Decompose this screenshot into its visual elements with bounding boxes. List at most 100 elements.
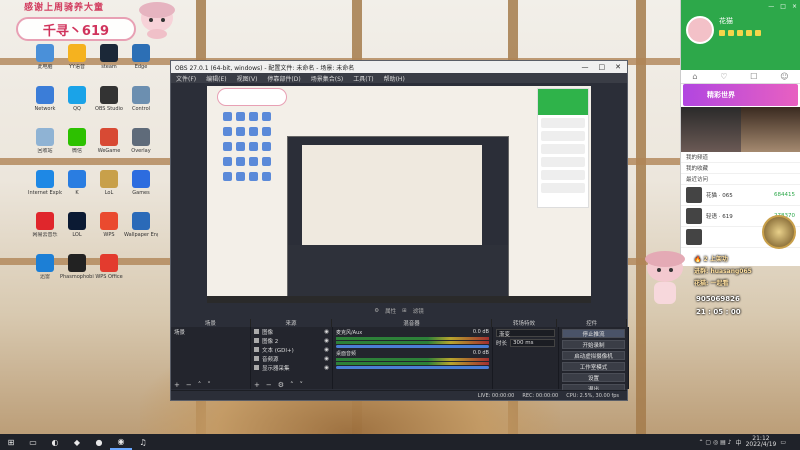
photo-carousel[interactable] bbox=[681, 107, 800, 152]
desktop-icon[interactable]: Internet Explorer bbox=[28, 170, 62, 210]
add-icon[interactable]: + bbox=[174, 381, 180, 389]
eye-icon[interactable]: ◉ bbox=[324, 338, 329, 344]
source-item[interactable]: 图像 ◉ bbox=[251, 327, 332, 336]
properties-button[interactable]: 属性 bbox=[385, 307, 396, 315]
filters-button[interactable]: 滤镜 bbox=[413, 307, 424, 315]
edge-icon[interactable]: ◐ bbox=[44, 434, 66, 450]
obs-titlebar[interactable]: OBS 27.0.1 (64-bit, windows) - 配置文件: 未命名… bbox=[171, 61, 627, 73]
tray-icons[interactable]: ⌃ ▢ ◎ ▤ ♪ bbox=[698, 439, 731, 446]
maximize-icon[interactable]: □ bbox=[780, 3, 786, 10]
menu-item[interactable]: 视图(V) bbox=[237, 74, 258, 83]
app-icon bbox=[132, 170, 150, 188]
desktop-icon[interactable]: 网易云音乐 bbox=[28, 212, 62, 252]
taskbar-clock[interactable]: 21:12 2022/4/19 bbox=[746, 436, 777, 448]
menu-item[interactable]: 文件(F) bbox=[176, 74, 196, 83]
desktop-icon[interactable]: YY语音 bbox=[60, 44, 94, 84]
control-button[interactable]: 工作室模式 bbox=[562, 362, 625, 371]
filter-icon[interactable]: ⊞ bbox=[402, 308, 407, 314]
list-item[interactable]: 我的频道 bbox=[681, 152, 800, 163]
file-explorer-icon[interactable]: ▭ bbox=[22, 434, 44, 450]
remove-icon[interactable]: − bbox=[186, 381, 192, 389]
move-down-icon[interactable]: ˅ bbox=[207, 381, 211, 389]
minimize-icon[interactable]: — bbox=[582, 63, 589, 71]
source-item[interactable]: 显示器采集 ◉ bbox=[251, 363, 332, 372]
desktop-icon[interactable]: 微信 bbox=[60, 128, 94, 168]
steam-icon[interactable]: ● bbox=[88, 434, 110, 450]
add-icon[interactable]: + bbox=[254, 381, 260, 389]
maximize-icon[interactable]: □ bbox=[599, 63, 606, 71]
move-up-icon[interactable]: ˄ bbox=[198, 381, 202, 389]
volume-slider[interactable] bbox=[336, 366, 489, 369]
desktop-icon[interactable]: K bbox=[60, 170, 94, 210]
chat-icon[interactable]: ☐ bbox=[750, 72, 757, 81]
desktop-icon-label: 此电脑 bbox=[37, 64, 53, 70]
eye-icon[interactable]: ◉ bbox=[324, 365, 329, 371]
desktop-icon[interactable]: OBS Studio bbox=[92, 86, 126, 126]
friend-item[interactable]: 花猫 · 065 684415 bbox=[681, 185, 800, 206]
source-item[interactable]: 音频源 ◉ bbox=[251, 354, 332, 363]
menu-item[interactable]: 帮助(H) bbox=[384, 74, 405, 83]
gear-icon[interactable]: ⚙ bbox=[278, 381, 284, 389]
promo-banner[interactable]: 精彩世界 bbox=[683, 84, 798, 106]
move-up-icon[interactable]: ˄ bbox=[290, 381, 294, 389]
app-icon bbox=[36, 254, 54, 272]
gear-icon[interactable]: ⚙ bbox=[374, 308, 379, 314]
desktop-icon[interactable]: QQ bbox=[60, 86, 94, 126]
close-icon[interactable]: × bbox=[792, 3, 797, 10]
desktop-icon[interactable]: 迅雷 bbox=[28, 254, 62, 294]
remove-icon[interactable]: − bbox=[266, 381, 272, 389]
eye-icon[interactable]: ◉ bbox=[324, 356, 329, 362]
preview-taskbar bbox=[207, 296, 591, 303]
desktop-icon[interactable]: Phasmophobia bbox=[60, 254, 94, 294]
home-icon[interactable]: ⌂ bbox=[692, 72, 697, 81]
desktop-icon[interactable]: LOL bbox=[60, 212, 94, 252]
scene-item[interactable]: 场景 bbox=[171, 327, 250, 336]
source-item[interactable]: 文本 (GDI+) ◉ bbox=[251, 345, 332, 354]
app-icon[interactable]: ◆ bbox=[66, 434, 88, 450]
desktop-icon[interactable]: steam bbox=[92, 44, 126, 84]
desktop-icon[interactable]: Games bbox=[124, 170, 158, 210]
close-icon[interactable]: ✕ bbox=[615, 63, 621, 71]
eye-icon[interactable]: ◉ bbox=[324, 347, 329, 353]
desktop-icon[interactable]: Edge bbox=[124, 44, 158, 84]
obs-preview[interactable] bbox=[207, 86, 591, 303]
menu-item[interactable]: 停靠部件(D) bbox=[267, 74, 300, 83]
menu-item[interactable]: 场景集合(S) bbox=[311, 74, 344, 83]
desktop-icon[interactable]: WPS bbox=[92, 212, 126, 252]
desktop-icon[interactable]: WPS Office bbox=[92, 254, 126, 294]
desktop-icon-label: K bbox=[75, 190, 79, 196]
minimize-icon[interactable]: — bbox=[768, 3, 774, 10]
desktop-icon[interactable]: Control bbox=[124, 86, 158, 126]
avatar[interactable] bbox=[686, 16, 714, 44]
transition-type-select[interactable]: 渐变 bbox=[496, 329, 555, 338]
desktop-icon[interactable]: Overlay bbox=[124, 128, 158, 168]
source-item[interactable]: 图像 2 ◉ bbox=[251, 336, 332, 345]
desktop-icon[interactable]: 此电脑 bbox=[28, 44, 62, 84]
input-language[interactable]: 中 bbox=[736, 438, 742, 447]
desktop-icon[interactable]: Wallpaper Engine bbox=[124, 212, 158, 252]
menu-item[interactable]: 工具(T) bbox=[353, 74, 373, 83]
move-down-icon[interactable]: ˅ bbox=[300, 381, 304, 389]
audio-meter bbox=[336, 362, 489, 365]
transition-duration-field[interactable]: 时长 300 ms bbox=[496, 339, 555, 347]
rank-badge-icon bbox=[762, 215, 796, 249]
obs-icon[interactable]: ◉ bbox=[110, 434, 132, 450]
windows-start-icon[interactable]: ⊞ bbox=[0, 434, 22, 450]
list-item[interactable]: 我的收藏 bbox=[681, 163, 800, 174]
eye-icon[interactable]: ◉ bbox=[324, 329, 329, 335]
desktop-icon[interactable]: 回收站 bbox=[28, 128, 62, 168]
control-button[interactable]: 停止推流 bbox=[562, 329, 625, 338]
notification-icon[interactable]: ▭ bbox=[780, 439, 786, 446]
desktop-icon[interactable]: LoL bbox=[92, 170, 126, 210]
menu-item[interactable]: 编辑(E) bbox=[206, 74, 226, 83]
control-button[interactable]: 设置 bbox=[562, 373, 625, 382]
desktop-icon[interactable]: WeGame bbox=[92, 128, 126, 168]
desktop-icon[interactable]: Network bbox=[28, 86, 62, 126]
control-button[interactable]: 启动虚拟摄像机 bbox=[562, 351, 625, 360]
control-button[interactable]: 开始录制 bbox=[562, 340, 625, 349]
list-item[interactable]: 最近访问 bbox=[681, 174, 800, 185]
netease-music-icon[interactable]: ♫ bbox=[132, 434, 154, 450]
heart-icon[interactable]: ♡ bbox=[720, 72, 727, 81]
user-icon[interactable]: ☺ bbox=[780, 72, 788, 81]
volume-slider[interactable] bbox=[336, 345, 489, 348]
